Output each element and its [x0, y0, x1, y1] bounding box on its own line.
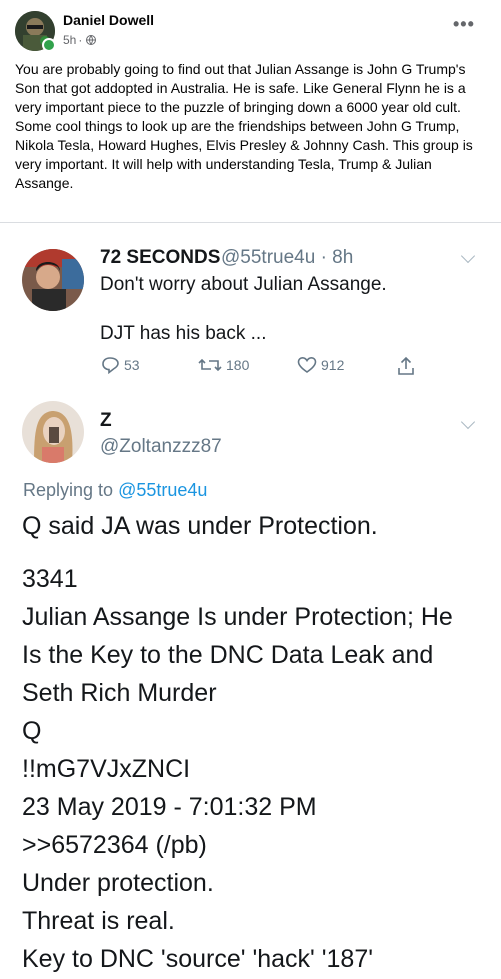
post-text: You are probably going to find out that … — [15, 60, 485, 193]
post-paragraph: You are probably going to find out that … — [15, 61, 466, 115]
retweet-action: 180 — [198, 356, 249, 374]
tweet-text-line: 23 May 2019 - 7:01:32 PM — [22, 793, 317, 821]
tweet-author-name: Z — [100, 410, 112, 431]
tweet-text: Don't worry about Julian Assange. — [100, 274, 387, 295]
chevron-down-icon — [460, 414, 476, 430]
like-icon — [297, 356, 317, 373]
retweet-count: 180 — [226, 357, 250, 373]
online-status-dot — [42, 38, 56, 52]
tweet-text: DJT has his back ... — [100, 323, 267, 344]
share-icon — [398, 356, 414, 375]
tweet-text-line: Is the Key to the DNC Data Leak and — [22, 641, 434, 669]
author-name[interactable]: Daniel Dowell — [63, 12, 154, 28]
tweet-text-line: Key to DNC 'source' 'hack' '187' — [22, 945, 374, 973]
tweet-text-line: Seth Rich Murder — [22, 679, 217, 707]
tweet-text-line: !!mG7VJxZNCI — [22, 755, 191, 783]
tweet-author-handle: @Zoltanzzz87 — [100, 436, 222, 457]
like-action: 912 — [297, 356, 344, 374]
globe-icon — [86, 35, 97, 45]
replying-to-label: Replying to — [23, 480, 119, 500]
avatar — [22, 401, 84, 463]
replying-to-line: Replying to @55true4u — [23, 480, 207, 501]
tweet-text-line: Julian Assange Is under Protection; He — [22, 603, 453, 631]
facebook-post: Daniel Dowell 5h · ••• You are probably … — [0, 0, 501, 222]
share-action — [397, 356, 415, 376]
tweet-author-name: 72 SECONDS — [100, 247, 221, 268]
post-meta: 5h · — [63, 33, 97, 47]
tweet-text-line: 3341 — [22, 565, 78, 593]
reply-icon — [102, 357, 119, 374]
retweet-icon — [198, 358, 222, 372]
meta-separator: · — [78, 33, 83, 47]
tweet-screenshot[interactable]: 72 SECONDS @55true4u · 8h Don't worry ab… — [0, 223, 501, 979]
tweet-text-line: >>6572364 (/pb) — [22, 831, 207, 859]
tweet-text-line: Under protection. — [22, 869, 214, 897]
reply-action: 53 — [101, 356, 140, 374]
replying-to-handle: @55true4u — [118, 480, 208, 500]
reply-count: 53 — [124, 357, 140, 373]
tweet-text-line: Threat is real. — [22, 907, 175, 935]
more-icon[interactable]: ••• — [453, 14, 475, 35]
chevron-down-icon — [460, 248, 476, 264]
post-time[interactable]: 5h — [63, 33, 76, 47]
tweet-text-line: Q said JA was under Protection. — [22, 512, 378, 540]
post-paragraph: Some cool things to look up are the frie… — [15, 118, 473, 191]
tweet-text-line: Q — [22, 717, 42, 745]
tweet-author-handle: @55true4u · 8h — [221, 247, 354, 268]
avatar — [22, 249, 84, 311]
like-count: 912 — [321, 357, 345, 373]
